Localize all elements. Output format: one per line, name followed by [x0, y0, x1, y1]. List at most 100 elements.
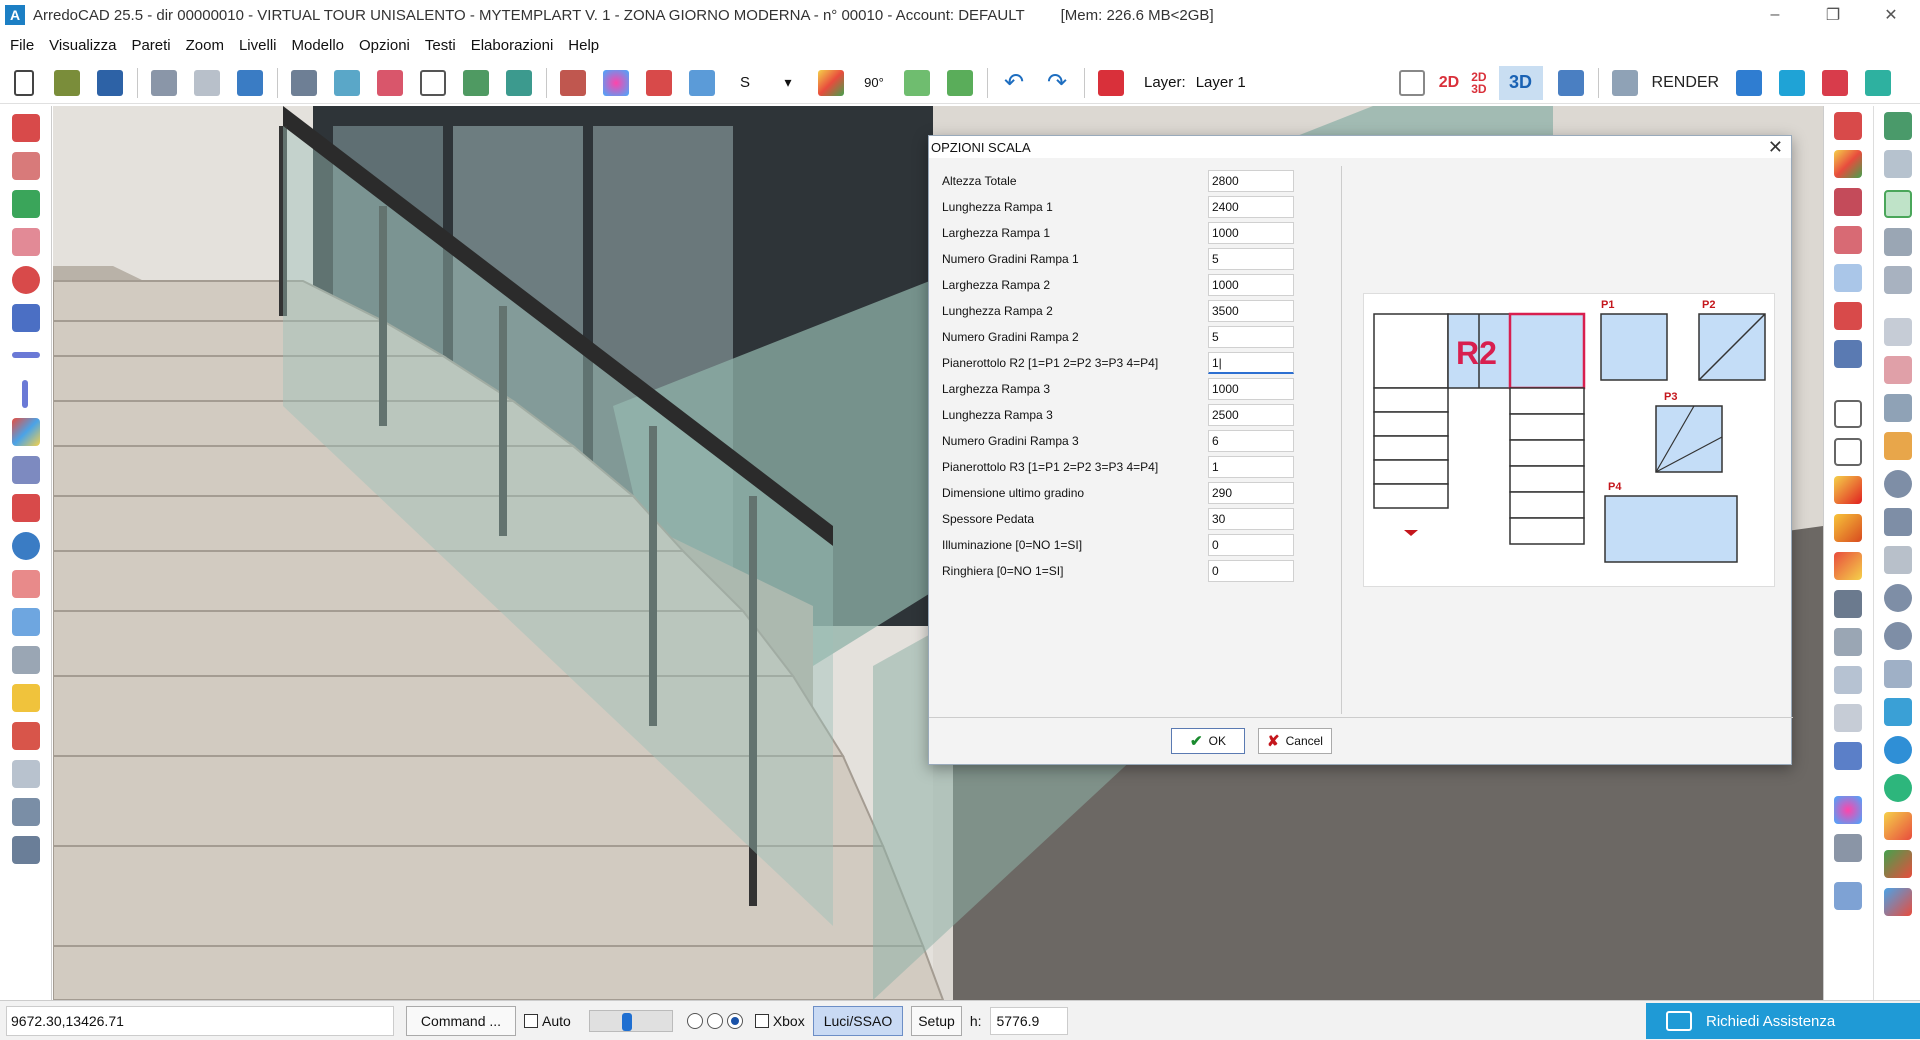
zoom-extent-icon[interactable] [1884, 584, 1912, 612]
field-input[interactable]: 5 [1208, 326, 1294, 348]
field-input[interactable]: 290 [1208, 482, 1294, 504]
materials-button[interactable] [600, 67, 632, 99]
text-a-button[interactable] [1776, 67, 1808, 99]
close-window-button[interactable]: ✕ [1862, 0, 1920, 30]
undo-button[interactable]: ↶ [998, 67, 1030, 99]
maximize-button[interactable]: ❐ [1804, 0, 1862, 30]
field-input[interactable]: 1000 [1208, 222, 1294, 244]
field-input[interactable]: 2400 [1208, 196, 1294, 218]
arrow-tool-icon[interactable] [1884, 356, 1912, 384]
height-field[interactable]: 5776.9 [989, 1006, 1068, 1035]
chair-tool-icon[interactable] [1834, 226, 1862, 254]
layer-button[interactable] [1095, 67, 1127, 99]
table-tool-icon[interactable] [1884, 266, 1912, 294]
minimize-button[interactable]: – [1746, 0, 1804, 30]
texture-tool-icon[interactable] [12, 722, 40, 750]
object-info-tool-icon[interactable] [12, 608, 40, 636]
view-3d-button[interactable]: 3D [1498, 65, 1543, 100]
menu-pareti[interactable]: Pareti [131, 37, 170, 54]
field-input[interactable]: 0 [1208, 534, 1294, 556]
cube-green-button[interactable] [460, 67, 492, 99]
slider-knob[interactable] [621, 1012, 632, 1031]
menu-elaborazioni[interactable]: Elaborazioni [471, 37, 554, 54]
viewpoint-tool-icon[interactable] [1834, 264, 1862, 292]
print-button[interactable] [148, 67, 180, 99]
settings-tool-icon[interactable] [12, 836, 40, 864]
menu-modello[interactable]: Modello [291, 37, 344, 54]
new-file-button[interactable] [8, 67, 40, 99]
box-red-tool-icon[interactable] [1834, 302, 1862, 330]
stretch-tool-icon[interactable] [12, 190, 40, 218]
quality-slider[interactable] [588, 1009, 673, 1032]
xbox-checkbox-box[interactable] [754, 1013, 769, 1028]
group-edit-icon[interactable] [1884, 850, 1912, 878]
shelf-tool-icon[interactable] [1834, 704, 1862, 732]
view-3d-alt-button[interactable] [1555, 67, 1587, 99]
auto-checkbox-box[interactable] [524, 1013, 538, 1028]
ok-button[interactable]: ✔ OK [1171, 728, 1245, 754]
view-2d-button[interactable]: 2D [1439, 74, 1459, 92]
save-button[interactable] [94, 67, 126, 99]
menu-visualizza[interactable]: Visualizza [49, 37, 116, 54]
rotate-view-icon[interactable] [1884, 698, 1912, 726]
array-tool-icon[interactable] [12, 418, 40, 446]
render-button[interactable]: RENDER [1652, 74, 1720, 92]
tools-icon[interactable] [1834, 590, 1862, 618]
move-tool-icon[interactable] [12, 114, 40, 142]
frame-tool-icon[interactable] [1884, 228, 1912, 256]
menu-help[interactable]: Help [568, 37, 599, 54]
s-button[interactable]: S [729, 67, 761, 99]
field-input[interactable]: 6 [1208, 430, 1294, 452]
radio-2[interactable] [706, 1012, 723, 1029]
pan-tool-icon[interactable] [12, 152, 40, 180]
zoom-prev-icon[interactable] [1884, 660, 1912, 688]
cube-teal-button[interactable] [503, 67, 535, 99]
cube-yellow-red-icon[interactable] [1834, 476, 1862, 504]
add-tool-icon[interactable] [12, 494, 40, 522]
rotate-90-button[interactable]: 90° [858, 67, 890, 99]
view-2d3d-button[interactable]: 2D 3D [1471, 71, 1486, 95]
window-tool-icon[interactable] [1884, 150, 1912, 178]
camera-tool-icon[interactable] [1834, 188, 1862, 216]
dialog-close-button[interactable]: ✕ [1768, 137, 1783, 158]
group-color-icon[interactable] [1884, 812, 1912, 840]
mirror-tool-icon[interactable] [12, 304, 40, 332]
field-input[interactable]: 2800 [1208, 170, 1294, 192]
dropdown-arrow-button[interactable]: ▾ [772, 67, 804, 99]
cube-orange-icon[interactable] [1834, 514, 1862, 542]
search-tool-icon[interactable] [12, 760, 40, 788]
field-input[interactable]: 0 [1208, 560, 1294, 582]
field-input-active[interactable]: 1| [1208, 352, 1294, 374]
book-button[interactable] [1819, 67, 1851, 99]
zoom-in-icon[interactable] [1884, 470, 1912, 498]
zoom-fit-icon[interactable] [1884, 508, 1912, 536]
select-tool-icon[interactable] [1884, 190, 1912, 218]
cube-red-button[interactable] [374, 67, 406, 99]
group-add-icon[interactable] [1884, 888, 1912, 916]
open-file-button[interactable] [51, 67, 83, 99]
field-input[interactable]: 1000 [1208, 378, 1294, 400]
layers-tool-icon[interactable] [12, 646, 40, 674]
radio-3[interactable] [726, 1012, 743, 1029]
auto-checkbox[interactable]: Auto [524, 1013, 571, 1029]
cubes-tool-icon[interactable] [1834, 666, 1862, 694]
cube-outline-tool-icon[interactable] [1834, 438, 1862, 466]
align-tool-icon[interactable] [12, 352, 40, 358]
zoom-out-icon[interactable] [1884, 622, 1912, 650]
setup-button[interactable]: Setup [911, 1005, 962, 1036]
hexagon-tool-icon[interactable] [1834, 400, 1862, 428]
command-button[interactable]: Command ... [406, 1005, 516, 1036]
measure-button[interactable] [1862, 67, 1894, 99]
wall-tool-icon[interactable] [12, 798, 40, 826]
axis-tool-icon[interactable] [1834, 340, 1862, 368]
ai-button[interactable] [1733, 67, 1765, 99]
radio-1[interactable] [686, 1012, 703, 1029]
luci-ssao-button[interactable]: Luci/SSAO [812, 1005, 904, 1036]
cube-blue-button[interactable] [331, 67, 363, 99]
request-assistance-button[interactable]: Richiedi Assistenza [1646, 1003, 1920, 1039]
print-preview-button[interactable] [191, 67, 223, 99]
color-cube-icon[interactable] [1834, 150, 1862, 178]
hand-tool-icon[interactable] [1884, 546, 1912, 574]
menu-testi[interactable]: Testi [425, 37, 456, 54]
list-tool-icon[interactable] [1884, 318, 1912, 346]
